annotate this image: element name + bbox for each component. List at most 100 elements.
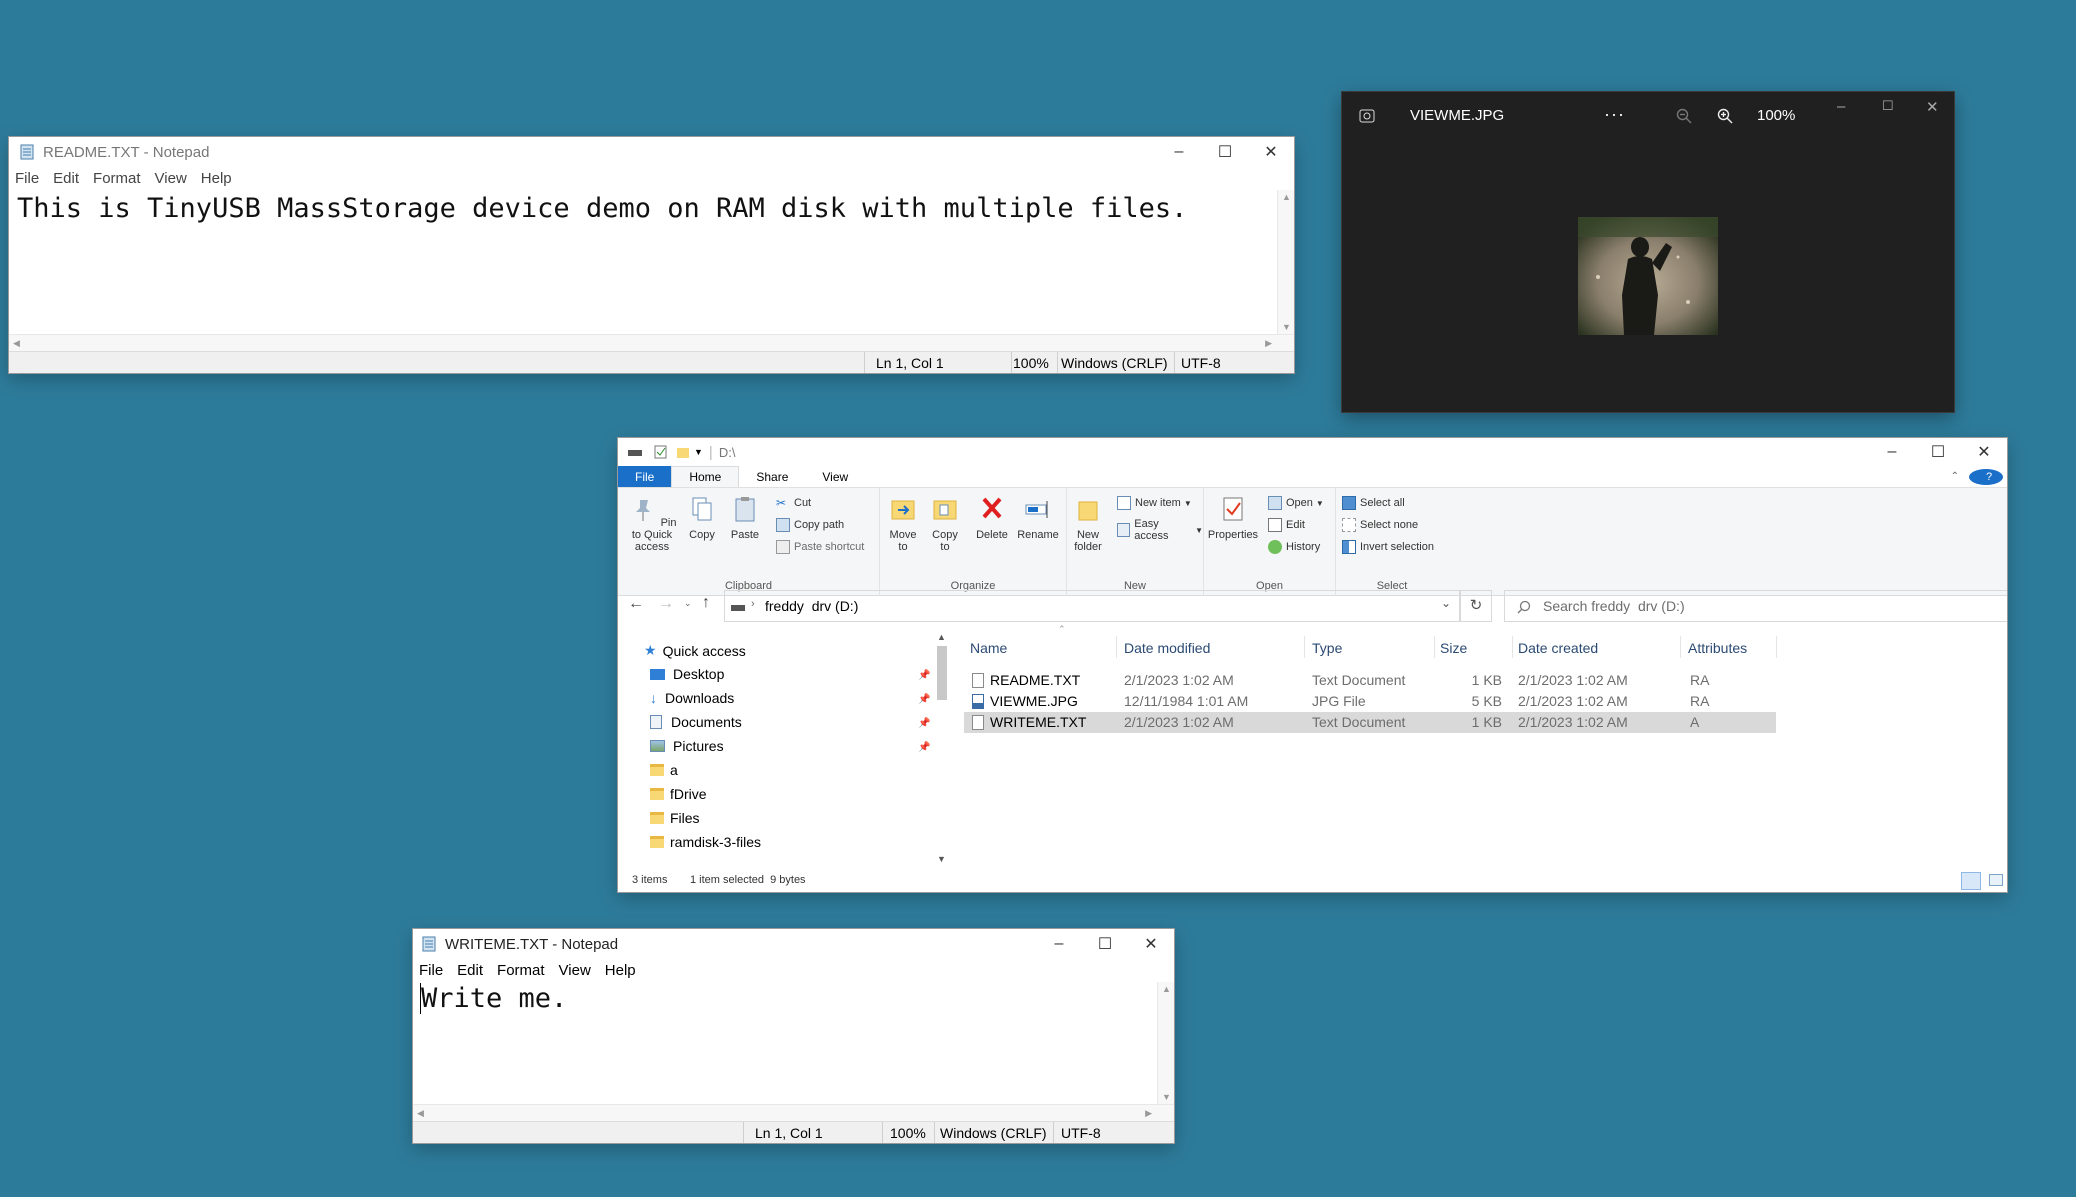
maximize-button[interactable]: ☐ — [1882, 98, 1894, 114]
tab-home[interactable]: Home — [671, 466, 740, 487]
menu-edit[interactable]: Edit — [53, 170, 79, 187]
nav-documents[interactable]: Documents — [650, 714, 742, 730]
table-row[interactable]: VIEWME.JPG 12/11/1984 1:01 AM JPG File 5… — [964, 691, 1776, 712]
vertical-scrollbar[interactable]: ▲ ▼ — [1157, 982, 1174, 1104]
column-attributes[interactable]: Attributes — [1688, 640, 1747, 656]
menu-edit[interactable]: Edit — [457, 962, 483, 979]
close-button[interactable]: ✕ — [1248, 137, 1294, 167]
table-row-selected[interactable]: WRITEME.TXT 2/1/2023 1:02 AM Text Docume… — [964, 712, 1776, 733]
nav-folder-fdrive[interactable]: fDrive — [650, 786, 707, 802]
nav-pictures[interactable]: Pictures — [650, 738, 724, 754]
copy-to-button[interactable]: Copy to — [928, 494, 962, 553]
title-bar[interactable]: README.TXT - Notepad – ☐ ✕ — [9, 137, 1294, 167]
copy-path-button[interactable]: Copy path — [776, 518, 844, 532]
help-icon[interactable]: ? — [1965, 466, 2007, 487]
edit-button[interactable]: Edit — [1268, 518, 1305, 532]
column-date-created[interactable]: Date created — [1518, 640, 1598, 656]
menu-format[interactable]: Format — [497, 962, 545, 979]
zoom-out-icon[interactable] — [1676, 108, 1692, 124]
nav-folder-a[interactable]: a — [650, 762, 678, 778]
refresh-button[interactable]: ↻ — [1460, 590, 1492, 622]
breadcrumb[interactable]: freddy drv (D:) — [765, 598, 858, 614]
table-row[interactable]: README.TXT 2/1/2023 1:02 AM Text Documen… — [964, 670, 1776, 691]
address-bar[interactable]: › freddy drv (D:) ⌄ — [724, 590, 1460, 622]
menu-file[interactable]: File — [419, 962, 443, 979]
menu-format[interactable]: Format — [93, 170, 141, 187]
new-item-button[interactable]: New item ▼ — [1117, 496, 1192, 510]
pin-quick-access-button[interactable]: Pin to Quick access — [622, 494, 682, 553]
copy-button[interactable]: Copy — [686, 494, 718, 541]
new-folder-quick-icon[interactable] — [676, 445, 690, 459]
column-size[interactable]: Size — [1440, 640, 1467, 656]
move-to-button[interactable]: Move to — [886, 494, 920, 553]
nav-folder-files[interactable]: Files — [650, 810, 700, 826]
select-all-button[interactable]: Select all — [1342, 496, 1405, 510]
history-button[interactable]: History — [1268, 540, 1320, 554]
properties-button[interactable]: Properties — [1206, 494, 1260, 541]
close-button[interactable]: ✕ — [1926, 98, 1939, 116]
details-view-icon[interactable] — [1961, 872, 1981, 890]
pin-icon[interactable]: 📌 — [918, 718, 930, 729]
close-button[interactable]: ✕ — [1961, 438, 2007, 466]
close-button[interactable]: ✕ — [1128, 929, 1174, 959]
breadcrumb-chevron[interactable]: › — [751, 598, 755, 610]
tab-share[interactable]: Share — [739, 466, 805, 487]
horizontal-scrollbar[interactable]: ◀ ▶ — [9, 334, 1294, 351]
maximize-button[interactable]: ☐ — [1202, 137, 1248, 167]
nav-folder-ramdisk[interactable]: ramdisk-3-files — [650, 834, 761, 850]
forward-button[interactable]: → — [658, 595, 674, 613]
title-bar[interactable]: ▼ | D:\ – ☐ ✕ — [618, 438, 2007, 466]
address-dropdown[interactable]: ⌄ — [1441, 596, 1451, 610]
menu-help[interactable]: Help — [201, 170, 232, 187]
large-icons-view-icon[interactable] — [1989, 874, 2003, 886]
menu-help[interactable]: Help — [605, 962, 636, 979]
photos-app-icon — [1359, 109, 1375, 123]
nav-quick-access[interactable]: ★ Quick access — [644, 642, 746, 659]
nav-scrollbar[interactable]: ▲ ▼ — [935, 632, 949, 864]
minimize-button[interactable]: – — [1036, 929, 1082, 959]
collapse-ribbon-icon[interactable]: ⌃ — [1945, 466, 1965, 487]
delete-button[interactable]: Delete — [972, 494, 1012, 541]
nav-downloads[interactable]: ↓ Downloads — [650, 690, 734, 706]
pin-icon[interactable]: 📌 — [918, 694, 930, 705]
maximize-button[interactable]: ☐ — [1082, 929, 1128, 959]
tab-file[interactable]: File — [618, 466, 672, 487]
text-editor[interactable]: Write me. — [420, 983, 1156, 1014]
properties-quick-icon[interactable] — [654, 445, 668, 459]
menu-view[interactable]: View — [559, 962, 591, 979]
invert-selection-button[interactable]: Invert selection — [1342, 540, 1434, 554]
paste-button[interactable]: Paste — [726, 494, 764, 541]
easy-access-button[interactable]: Easy access ▼ — [1117, 518, 1203, 542]
title-bar[interactable]: WRITEME.TXT - Notepad – ☐ ✕ — [413, 929, 1174, 959]
menu-view[interactable]: View — [155, 170, 187, 187]
column-name[interactable]: Name — [970, 640, 1007, 656]
minimize-button[interactable]: – — [1156, 137, 1202, 167]
cut-button[interactable]: ✂ Cut — [776, 496, 811, 510]
open-button[interactable]: Open ▼ — [1268, 496, 1324, 510]
vertical-scrollbar[interactable]: ▲ ▼ — [1277, 190, 1294, 334]
pin-icon[interactable]: 📌 — [918, 742, 930, 753]
tab-view[interactable]: View — [805, 466, 865, 487]
maximize-button[interactable]: ☐ — [1915, 438, 1961, 466]
column-type[interactable]: Type — [1312, 640, 1342, 656]
back-button[interactable]: ← — [628, 595, 644, 613]
horizontal-scrollbar[interactable]: ◀ ▶ — [413, 1104, 1174, 1121]
menu-file[interactable]: File — [15, 170, 39, 187]
search-box[interactable]: Search freddy drv (D:) — [1504, 590, 2007, 622]
text-editor[interactable]: This is TinyUSB MassStorage device demo … — [17, 193, 1276, 224]
select-none-button[interactable]: Select none — [1342, 518, 1418, 532]
rename-button[interactable]: Rename — [1016, 494, 1060, 541]
nav-desktop[interactable]: Desktop — [650, 666, 724, 682]
column-date-modified[interactable]: Date modified — [1124, 640, 1210, 656]
quick-access-toolbar-dropdown[interactable]: ▼ — [694, 447, 703, 457]
pin-icon[interactable]: 📌 — [918, 670, 930, 681]
minimize-button[interactable]: – — [1837, 98, 1845, 115]
photo-title-bar[interactable]: VIEWME.JPG ··· 100% – ☐ ✕ — [1342, 92, 1954, 140]
paste-shortcut-button[interactable]: Paste shortcut — [776, 540, 864, 554]
up-button[interactable]: ↑ — [702, 594, 710, 612]
zoom-in-icon[interactable] — [1717, 108, 1733, 124]
new-folder-button[interactable]: New folder — [1069, 494, 1107, 553]
minimize-button[interactable]: – — [1869, 438, 1915, 466]
recent-locations-dropdown[interactable]: ⌄ — [684, 598, 692, 609]
more-options-button[interactable]: ··· — [1604, 104, 1625, 125]
